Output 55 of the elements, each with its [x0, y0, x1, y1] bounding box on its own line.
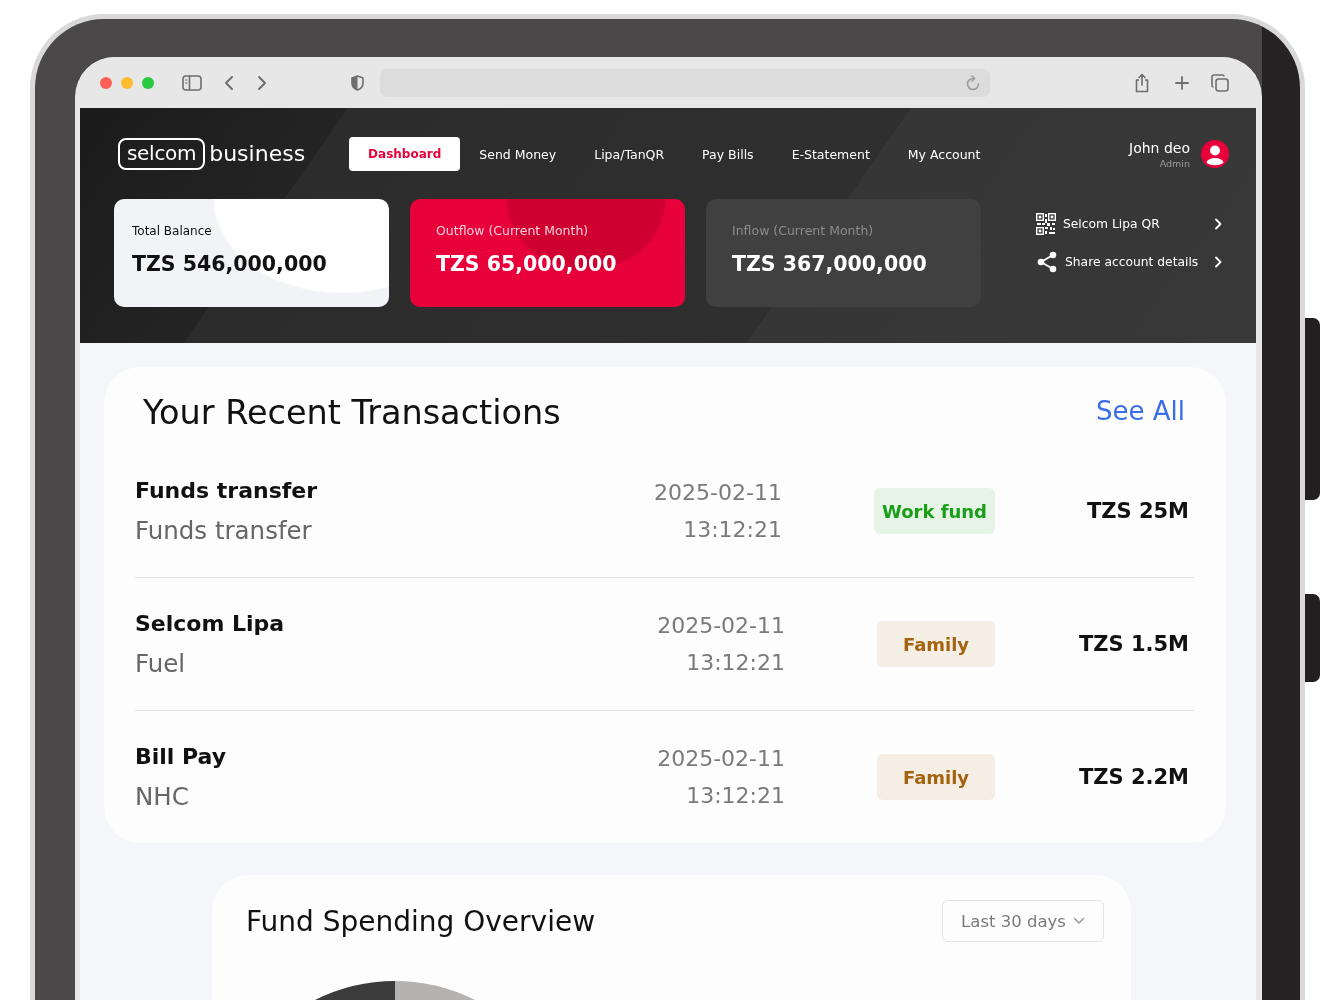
caret-down-icon[interactable] [1072, 917, 1085, 925]
transaction-amount: TZS 2.2M [1077, 765, 1189, 789]
nav-tab[interactable]: E-Statement [772, 137, 889, 171]
transaction-title: Funds transfer [135, 477, 318, 505]
tabs-icon[interactable] [1211, 73, 1229, 92]
side-button[interactable] [1305, 594, 1320, 682]
nav-tab[interactable]: My Account [888, 137, 1000, 171]
forward-icon[interactable] [257, 74, 267, 91]
transaction-amount: TZS 1.5M [1077, 632, 1189, 656]
address-field[interactable] [380, 68, 990, 97]
share-icon[interactable] [1036, 251, 1058, 273]
user-name: John deo [1129, 138, 1190, 157]
section-title: Your Recent Transactions [143, 393, 561, 433]
shield-icon[interactable] [351, 74, 364, 91]
nav-tab[interactable]: Pay Bills [683, 137, 773, 171]
chevron-right-icon[interactable] [1214, 256, 1222, 268]
card-label: Inflow (Current Month) [732, 222, 874, 240]
back-icon[interactable] [224, 74, 234, 91]
avatar-icon[interactable] [1201, 140, 1229, 168]
quick-link[interactable]: Selcom Lipa QR [1063, 217, 1160, 231]
transaction-date: 2025-02-11 [654, 479, 782, 507]
transaction-time: 13:12:21 [686, 649, 785, 677]
transaction-amount: TZS 25M [1085, 499, 1189, 523]
category-tag: Work fund [873, 488, 995, 534]
transaction-title: Selcom Lipa [135, 610, 285, 638]
section-title: Fund Spending Overview [246, 904, 596, 938]
window-close-icon[interactable] [100, 76, 112, 89]
plus-icon[interactable] [1175, 75, 1189, 90]
nav-tab[interactable]: Dashboard [349, 137, 461, 171]
card-label: Total Balance [132, 223, 212, 240]
transaction-subtitle: Funds transfer [135, 515, 312, 547]
card-amount: TZS 65,000,000 [436, 251, 617, 278]
card-amount: TZS 367,000,000 [732, 251, 927, 278]
transaction-time: 13:12:21 [686, 782, 785, 810]
card-label: Outflow (Current Month) [436, 222, 589, 240]
card-amount: TZS 546,000,000 [132, 251, 327, 278]
transaction-time: 13:12:21 [683, 516, 782, 544]
transaction-date: 2025-02-11 [657, 612, 785, 640]
user-role: Admin [1159, 156, 1190, 170]
chevron-right-icon[interactable] [1214, 218, 1222, 230]
period-dropdown[interactable]: Last 30 days [942, 900, 1104, 942]
nav-tab[interactable]: Lipa/TanQR [575, 137, 684, 171]
transaction-subtitle: Fuel [135, 648, 186, 680]
category-tag: Family [877, 621, 995, 667]
transaction-subtitle: NHC [135, 781, 189, 813]
transaction-title: Bill Pay [135, 743, 227, 771]
logo-wordmark: business [209, 140, 306, 168]
see-all-link[interactable]: See All [1096, 393, 1185, 429]
category-tag: Family [877, 754, 995, 800]
transaction-date: 2025-02-11 [657, 745, 785, 773]
logo-mark: selcom [118, 138, 206, 170]
sidebar-icon[interactable] [182, 74, 202, 91]
qr-code-icon[interactable] [1036, 213, 1056, 235]
quick-link[interactable]: Share account details [1065, 255, 1199, 269]
nav-tab[interactable]: Send Money [460, 137, 576, 171]
